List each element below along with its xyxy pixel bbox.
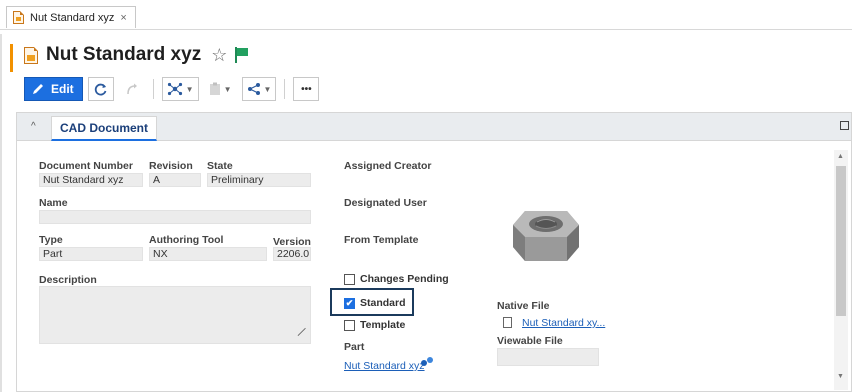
edit-button[interactable]: Edit	[24, 77, 83, 101]
tab-cad-document[interactable]: CAD Document	[51, 116, 158, 141]
chevron-down-icon: ▼	[263, 84, 272, 94]
checkbox-icon[interactable]	[344, 273, 355, 285]
link-part-icon[interactable]	[420, 356, 434, 368]
part-label: Part	[344, 341, 365, 353]
document-number-field[interactable]: Nut Standard xyz	[39, 173, 143, 187]
panel-header: ^ CAD Document	[17, 113, 851, 141]
native-file-label: Native File	[497, 300, 550, 312]
scroll-down-icon[interactable]: ▼	[837, 373, 844, 380]
template-checkbox[interactable]: Template	[344, 319, 405, 331]
scrollbar-thumb[interactable]	[836, 166, 846, 316]
chevron-down-icon: ▼	[185, 84, 194, 94]
structure-menu-button[interactable]: ▼	[161, 77, 199, 101]
resize-grip-icon[interactable]: ▏	[297, 328, 310, 341]
standard-label: Standard	[360, 297, 406, 309]
maximize-icon[interactable]	[840, 121, 849, 130]
cad-document-panel: ^ CAD Document Document Number Nut Stand…	[16, 112, 852, 392]
document-number-label: Document Number	[39, 160, 133, 172]
toolbar-separator	[284, 79, 286, 99]
vertical-scrollbar[interactable]: ▲ ▼	[834, 150, 848, 390]
standard-checkbox[interactable]: ✔ Standard	[344, 297, 406, 309]
close-tab-icon[interactable]: ×	[120, 12, 126, 24]
pencil-icon	[33, 84, 43, 94]
page-title: Nut Standard xyz	[46, 44, 202, 65]
chevron-down-icon: ▼	[223, 84, 232, 94]
left-edge	[0, 34, 2, 392]
authoring-tool-label: Authoring Tool	[149, 234, 224, 246]
tab-strip: Nut Standard xyz ×	[0, 0, 852, 30]
changes-pending-checkbox[interactable]: Changes Pending	[344, 273, 449, 285]
hex-nut-image	[513, 211, 579, 261]
name-label: Name	[39, 197, 68, 209]
state-label: State	[207, 160, 233, 172]
template-label: Template	[360, 319, 406, 331]
viewable-file-label: Viewable File	[497, 335, 563, 347]
collapse-icon[interactable]: ^	[31, 121, 36, 132]
scroll-up-icon[interactable]: ▲	[837, 153, 844, 160]
toolbar: Edit ▼ ▼ ▼ •••	[24, 76, 320, 102]
flag-icon[interactable]	[235, 47, 249, 63]
document-tab[interactable]: Nut Standard xyz ×	[6, 6, 136, 28]
edit-button-label: Edit	[51, 82, 74, 96]
changes-pending-label: Changes Pending	[360, 273, 449, 285]
document-icon	[13, 11, 24, 24]
checkbox-checked-icon[interactable]: ✔	[344, 297, 355, 309]
redo-icon	[126, 83, 137, 95]
clipboard-menu-button[interactable]: ▼	[203, 77, 237, 101]
redo-button[interactable]	[118, 77, 145, 101]
name-field[interactable]	[39, 210, 311, 224]
state-field[interactable]: Preliminary	[207, 173, 311, 187]
share-icon	[247, 83, 260, 95]
version-field[interactable]: 2206.0.0	[273, 247, 311, 261]
clipboard-icon	[209, 82, 220, 95]
toolbar-separator	[152, 79, 154, 99]
authoring-tool-field[interactable]: NX	[149, 247, 267, 261]
refresh-button[interactable]	[87, 77, 114, 101]
file-icon	[503, 317, 512, 328]
designated-user-label: Designated User	[344, 197, 427, 209]
from-template-label: From Template	[344, 234, 419, 246]
document-tab-label: Nut Standard xyz	[30, 11, 115, 24]
left-accent-bar	[10, 44, 13, 72]
more-button[interactable]: •••	[293, 77, 320, 101]
description-textarea[interactable]: ▏	[39, 286, 311, 344]
share-menu-button[interactable]: ▼	[241, 77, 277, 101]
assigned-creator-label: Assigned Creator	[344, 160, 432, 172]
type-field[interactable]: Part	[39, 247, 143, 261]
star-icon[interactable]: ☆	[211, 45, 227, 66]
document-icon	[24, 46, 38, 64]
part-link[interactable]: Nut Standard xyz	[344, 360, 425, 372]
type-label: Type	[39, 234, 63, 246]
refresh-icon	[94, 83, 107, 96]
viewable-file-field[interactable]	[497, 348, 599, 366]
description-label: Description	[39, 274, 97, 286]
structure-icon	[167, 82, 182, 96]
revision-label: Revision	[149, 160, 193, 172]
checkbox-icon[interactable]	[344, 319, 355, 331]
revision-field[interactable]: A	[149, 173, 201, 187]
page-title-row: Nut Standard xyz ☆	[24, 42, 249, 68]
more-icon: •••	[301, 83, 312, 95]
native-file-link[interactable]: Nut Standard xy...	[522, 317, 605, 329]
